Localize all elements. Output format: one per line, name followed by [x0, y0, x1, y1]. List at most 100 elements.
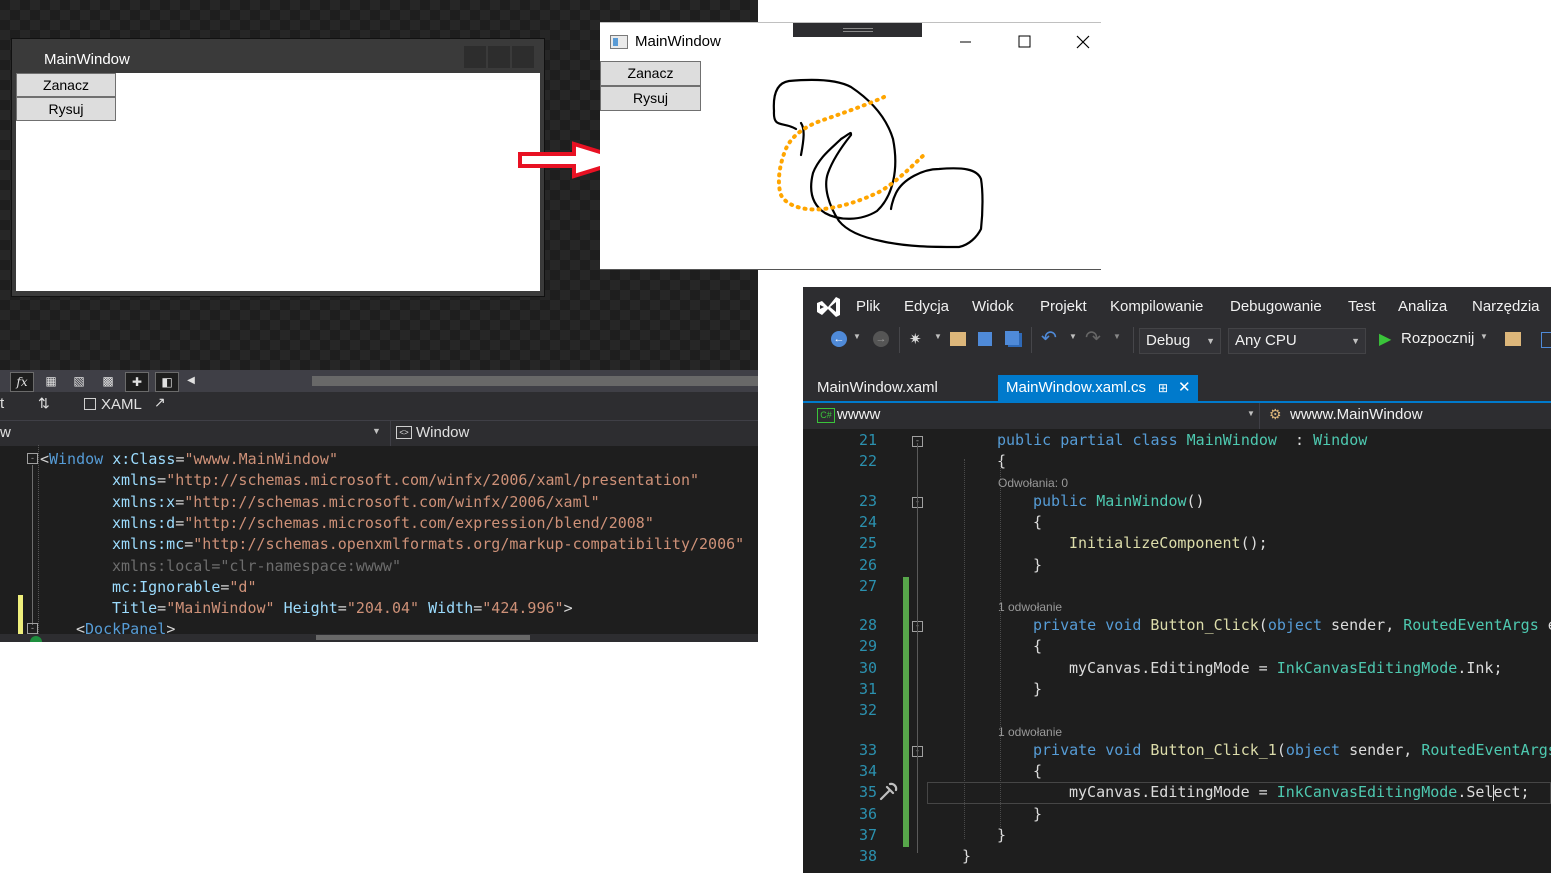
formula-icon[interactable]: fx — [10, 372, 34, 392]
xaml-token: "d" — [229, 577, 257, 596]
preview-mark-button[interactable]: Zanacz — [600, 61, 701, 86]
snap-lines-icon[interactable]: ✚ — [125, 372, 149, 392]
codelens-references[interactable]: Odwołania: 0 — [998, 476, 1068, 490]
line-number: 35 — [858, 783, 877, 802]
menu-item[interactable]: Narzędzia — [1472, 298, 1540, 315]
code-token: sender, — [1322, 616, 1404, 635]
menu-item[interactable]: Projekt — [1040, 298, 1087, 315]
device-icon[interactable]: ◧ — [155, 372, 179, 392]
visual-studio-logo-icon — [817, 297, 840, 317]
redo-icon[interactable]: ↷ — [1085, 327, 1101, 350]
back-icon[interactable]: ← — [831, 331, 847, 347]
xaml-code-area[interactable]: - - Window x:Class="wwww.MainWindow" xmln… — [0, 445, 758, 642]
forward-icon[interactable]: → — [873, 331, 889, 347]
grid-icon[interactable]: ▦ — [40, 372, 62, 390]
drag-handle[interactable] — [793, 23, 922, 37]
xaml-token: "204.04" — [346, 599, 420, 618]
chevron-down-icon[interactable]: ▼ — [1480, 332, 1488, 341]
project-combo[interactable]: wwww — [837, 406, 880, 423]
quick-actions-icon[interactable] — [877, 781, 899, 803]
minimize-icon — [464, 46, 486, 68]
save-all-icon[interactable] — [1005, 331, 1019, 345]
xaml-token: = — [337, 599, 347, 618]
standard-toolbar: ← ▼ → ✷ ▼ ↶ ▼ ↷ ▼ Debug ▼ Any CPU ▼ ▶ Ro… — [803, 327, 1551, 359]
code-token: } — [962, 847, 972, 866]
swap-panes-icon[interactable]: ⇅ — [38, 395, 50, 412]
platform-combo[interactable]: Any CPU ▼ — [1228, 328, 1366, 354]
new-item-icon[interactable]: ✷ — [909, 330, 922, 348]
checker-icon[interactable]: ▩ — [97, 372, 119, 390]
code-editor[interactable]: 21 public partial class MainWindow : Wind… — [803, 429, 1551, 873]
code-token: } — [1033, 680, 1043, 698]
menu-item[interactable]: Edycja — [904, 298, 949, 315]
code-token: ( — [1276, 740, 1286, 759]
collapse-icon[interactable]: - — [27, 453, 38, 464]
menu-item[interactable]: Plik — [856, 298, 880, 315]
preview-draw-button[interactable]: Rysuj — [600, 86, 701, 111]
chevron-down-icon[interactable]: ▼ — [372, 426, 381, 436]
tab-mainwindow-xaml[interactable]: MainWindow.xaml — [809, 375, 997, 401]
status-ok-icon — [30, 636, 42, 642]
maximize-icon[interactable] — [1014, 33, 1034, 53]
xaml-token: "http://schemas.openxmlformats.org/marku… — [193, 535, 745, 554]
chevron-down-icon[interactable]: ▼ — [1113, 332, 1121, 341]
tab-mainwindow-xaml-cs[interactable]: MainWindow.xaml.cs ⊞ ✕ — [998, 375, 1198, 401]
code-line: myCanvas.EditingMode = InkCanvasEditingM… — [1069, 659, 1503, 677]
xaml-token: xmlns:mc — [112, 535, 185, 554]
pin-icon[interactable]: ⊞ — [1158, 375, 1168, 401]
chevron-down-icon[interactable]: ▼ — [934, 332, 942, 341]
designer-draw-button[interactable]: Rysuj — [16, 97, 116, 121]
code-line: } — [1033, 805, 1042, 823]
menu-item[interactable]: Test — [1348, 298, 1376, 315]
minimize-icon[interactable] — [955, 33, 975, 53]
find-in-files-icon[interactable] — [1505, 332, 1521, 346]
collapse-icon[interactable]: - — [27, 623, 38, 634]
running-window[interactable]: MainWindow Zanacz Rysuj — [600, 22, 1101, 270]
outline-guide — [917, 443, 918, 853]
open-folder-icon[interactable] — [950, 332, 966, 346]
save-icon[interactable] — [978, 332, 992, 346]
line-number: 34 — [858, 761, 877, 780]
tab-xaml[interactable]: XAML — [101, 396, 142, 413]
designer-window-frame[interactable]: MainWindow Zanacz Rysuj — [11, 38, 545, 297]
menu-item[interactable]: Analiza — [1398, 298, 1447, 315]
xaml-line: Title="MainWindow" Height="204.04" Width… — [112, 598, 573, 619]
solution-icon[interactable] — [1541, 332, 1551, 348]
close-tab-icon[interactable]: ✕ — [1178, 375, 1191, 401]
chevron-down-icon[interactable]: ▼ — [1247, 409, 1255, 418]
close-icon[interactable] — [1072, 33, 1092, 53]
snap-grid-icon[interactable]: ▧ — [68, 372, 90, 390]
start-icon[interactable]: ▶ — [1379, 329, 1391, 349]
chevron-down-icon[interactable]: ▼ — [853, 332, 861, 341]
line-number: 25 — [858, 534, 877, 553]
xaml-token: = — [157, 599, 167, 618]
designer-window-client[interactable]: Zanacz Rysuj — [16, 73, 540, 291]
ink-canvas[interactable] — [701, 61, 1101, 268]
class-icon: ⚙ — [1269, 406, 1282, 422]
popout-icon[interactable]: ↗ — [154, 394, 166, 411]
nav-right-combo[interactable]: Window — [416, 424, 469, 441]
status-strip — [0, 634, 758, 642]
codelens-references[interactable]: 1 odwołanie — [998, 600, 1062, 614]
codelens-references[interactable]: 1 odwołanie — [998, 725, 1062, 739]
undo-icon[interactable]: ↶ — [1041, 327, 1057, 350]
menu-item[interactable]: Widok — [972, 298, 1014, 315]
xaml-token: > — [563, 599, 573, 618]
xaml-token: Window — [49, 450, 104, 468]
nav-left-combo[interactable]: w — [0, 424, 11, 441]
code-token: sender, — [1340, 740, 1422, 759]
chevron-down-icon[interactable]: ▼ — [1069, 332, 1077, 341]
scroll-left-icon[interactable]: ◀ — [180, 372, 202, 390]
code-token: private void — [1033, 740, 1151, 759]
start-button[interactable]: Rozpocznij — [1401, 330, 1474, 347]
status-scrollbar[interactable] — [316, 635, 530, 640]
xaml-token: "http://schemas.microsoft.com/winfx/2006… — [184, 492, 600, 511]
menu-item[interactable]: Debugowanie — [1230, 298, 1322, 315]
class-combo[interactable]: wwww.MainWindow — [1290, 406, 1423, 423]
menu-item[interactable]: Kompilowanie — [1110, 298, 1203, 315]
configuration-combo[interactable]: Debug ▼ — [1139, 328, 1221, 354]
xaml-token: "http://schemas.microsoft.com/expression… — [184, 513, 654, 532]
designer-mark-button[interactable]: Zanacz — [16, 73, 116, 97]
horizontal-scrollbar[interactable] — [312, 376, 758, 386]
code-line: } — [1033, 680, 1042, 698]
